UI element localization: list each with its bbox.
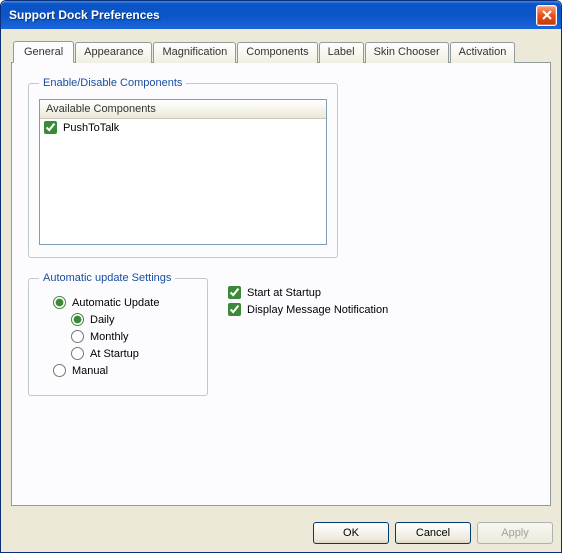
radio-row-at-startup: At Startup [71,347,197,360]
tab-magnification[interactable]: Magnification [153,42,236,63]
list-item[interactable]: PushToTalk [40,119,326,136]
tab-appearance[interactable]: Appearance [75,42,152,63]
window-title: Support Dock Preferences [9,8,536,22]
preferences-window: Support Dock Preferences General Appeara… [0,0,562,553]
radio-label: Automatic Update [72,297,159,309]
radio-daily[interactable] [71,313,84,326]
ok-button[interactable]: OK [313,522,389,544]
check-row-display-message: Display Message Notification [228,303,388,316]
radio-label: Manual [72,365,108,377]
list-item-label: PushToTalk [63,122,119,134]
checkbox-label: Start at Startup [247,287,321,299]
radio-label: Monthly [90,331,129,343]
tab-panel-general: Enable/Disable Components Available Comp… [11,62,551,506]
cancel-button[interactable]: Cancel [395,522,471,544]
available-components-list[interactable]: Available Components PushToTalk [39,99,327,245]
dialog-button-row: OK Cancel Apply [1,514,561,552]
radio-row-manual: Manual [53,364,197,377]
checkbox-display-message-notification[interactable] [228,303,241,316]
radio-at-startup[interactable] [71,347,84,360]
radio-row-monthly: Monthly [71,330,197,343]
lower-row: Automatic update Settings Automatic Upda… [28,272,534,396]
components-legend: Enable/Disable Components [39,77,186,89]
close-icon [542,10,552,20]
autoupdate-legend: Automatic update Settings [39,272,175,284]
radio-row-daily: Daily [71,313,197,326]
tab-label[interactable]: Label [319,42,364,63]
tab-activation[interactable]: Activation [450,42,516,63]
tab-skin-chooser[interactable]: Skin Chooser [365,42,449,63]
radio-label: At Startup [90,348,139,360]
tab-components[interactable]: Components [237,42,317,63]
list-header: Available Components [40,100,326,119]
content-area: General Appearance Magnification Compone… [1,29,561,514]
checkbox-start-at-startup[interactable] [228,286,241,299]
close-button[interactable] [536,5,557,26]
apply-button: Apply [477,522,553,544]
automatic-update-settings-group: Automatic update Settings Automatic Upda… [28,272,208,396]
radio-automatic-update[interactable] [53,296,66,309]
enable-disable-components-group: Enable/Disable Components Available Comp… [28,77,338,258]
checkbox-label: Display Message Notification [247,304,388,316]
radio-monthly[interactable] [71,330,84,343]
check-row-start-at-startup: Start at Startup [228,286,388,299]
component-checkbox-pushtotalk[interactable] [44,121,57,134]
tab-general[interactable]: General [13,41,74,63]
titlebar: Support Dock Preferences [1,1,561,29]
side-options: Start at Startup Display Message Notific… [228,272,388,320]
radio-label: Daily [90,314,114,326]
radio-manual[interactable] [53,364,66,377]
tabstrip: General Appearance Magnification Compone… [13,41,551,62]
radio-row-automatic: Automatic Update [53,296,197,309]
